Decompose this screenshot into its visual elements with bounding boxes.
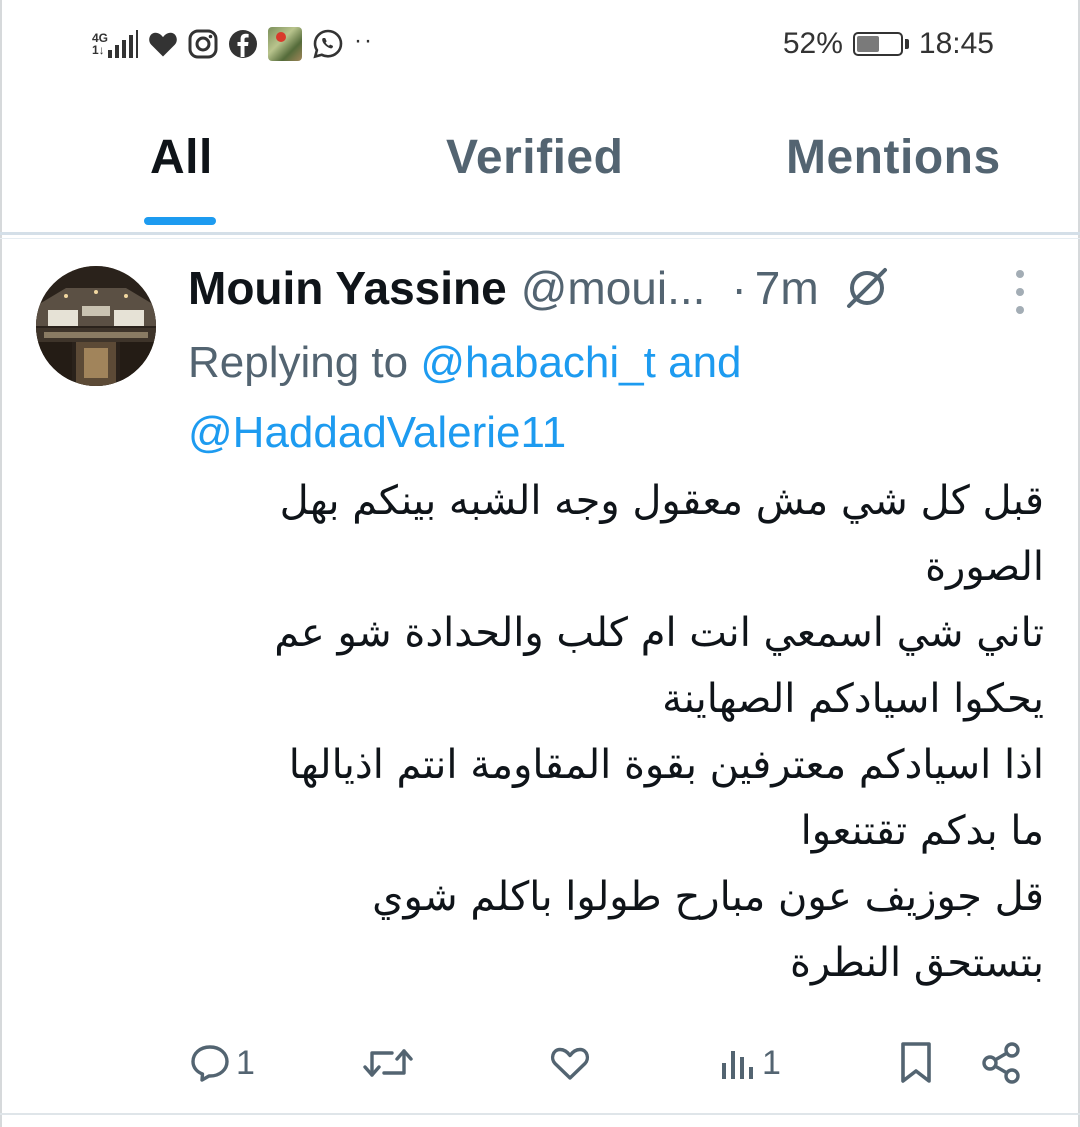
retweet-icon	[363, 1049, 413, 1077]
tabs-divider	[0, 232, 1080, 235]
avatar[interactable]	[36, 266, 156, 386]
notification-tabs: All Verified Mentions	[0, 100, 1080, 230]
retweet-button[interactable]	[362, 1038, 418, 1088]
tweet-item[interactable]: Mouin Yassine @moui... · 7m Replying to …	[0, 240, 1080, 1120]
author-display-name[interactable]: Mouin Yassine	[188, 261, 507, 315]
share-icon	[982, 1042, 1020, 1084]
reply-button[interactable]: 1	[188, 1038, 255, 1088]
heart-outline-icon	[550, 1047, 590, 1080]
tab-all[interactable]: All	[150, 130, 213, 185]
tweet-text-line: قل جوزيف عون مبارح طولوا باكلم شوي	[372, 874, 1044, 920]
views-count: 1	[762, 1043, 781, 1082]
tweet-text-line: يحكوا اسيادكم الصهاينة	[662, 676, 1044, 722]
clock: 18:45	[918, 27, 994, 60]
tabs-divider-secondary	[0, 238, 1080, 239]
separator-dot: ·	[731, 262, 747, 314]
like-button[interactable]	[548, 1038, 596, 1088]
views-chart-icon	[722, 1051, 753, 1079]
tab-mentions[interactable]: Mentions	[786, 130, 1001, 185]
status-bar-right: 52% 18:45	[783, 24, 994, 64]
reply-and-label: and	[668, 338, 742, 387]
battery-fill	[856, 36, 879, 52]
tweet-timestamp[interactable]: 7m	[755, 261, 819, 315]
reply-count: 1	[236, 1043, 255, 1082]
photo-thumbnail	[268, 27, 303, 61]
tweet-text-line: بتستحق النطرة	[789, 940, 1044, 986]
heart-icon	[148, 30, 178, 58]
tweet-text-line: الصورة	[925, 544, 1044, 590]
status-bar-left: 4G 1↓ ··	[92, 24, 374, 64]
signal-icon	[108, 30, 139, 58]
more-notifications-icon: ··	[354, 27, 374, 54]
status-bar: 4G 1↓ ·· 52% 18:45	[0, 0, 1080, 88]
replying-to-line: Replying to @habachi_t and @HaddadValeri…	[188, 328, 1048, 468]
facebook-icon	[228, 29, 258, 59]
network-indicator: 4G 1↓	[92, 30, 139, 58]
bookmark-icon	[901, 1042, 931, 1083]
tweet-text-line: اذا اسيادكم معترفين بقوة المقاومة انتم ا…	[288, 742, 1044, 788]
bookmark-button[interactable]	[896, 1038, 936, 1088]
tweet-bottom-divider	[0, 1113, 1080, 1115]
tweet-text-line: ما بدكم تقتنعوا	[800, 808, 1044, 854]
tweet-header: Mouin Yassine @moui... · 7m	[188, 260, 1018, 316]
reply-icon	[191, 1045, 229, 1082]
tweet-action-bar: 1 1	[0, 1030, 1080, 1100]
tweet-text: قبل كل شي مش معقول وجه الشبه بينكم بهل ا…	[150, 468, 1044, 996]
views-button[interactable]: 1	[718, 1038, 781, 1088]
tweet-text-line: قبل كل شي مش معقول وجه الشبه بينكم بهل	[279, 478, 1044, 524]
tab-verified[interactable]: Verified	[446, 130, 623, 185]
network-sub: 1↓	[92, 43, 105, 57]
battery-icon	[852, 32, 909, 56]
author-handle[interactable]: @moui...	[521, 261, 706, 315]
instagram-icon	[188, 29, 218, 59]
share-button[interactable]	[978, 1038, 1024, 1088]
whatsapp-icon	[312, 28, 344, 60]
muted-conversation-icon	[843, 264, 891, 312]
avatar-image	[36, 266, 156, 386]
replying-to-label: Replying to	[188, 338, 409, 387]
more-options-icon[interactable]	[1006, 270, 1034, 314]
active-tab-indicator	[144, 217, 216, 225]
tweet-text-line: تاني شي اسمعي انت ام كلب والحدادة شو عم	[274, 610, 1044, 656]
battery-percent: 52%	[782, 27, 843, 60]
reply-mention-haddadvalerie[interactable]: @HaddadValerie11	[188, 408, 566, 457]
reply-mention-habachi[interactable]: @habachi_t	[420, 338, 656, 387]
